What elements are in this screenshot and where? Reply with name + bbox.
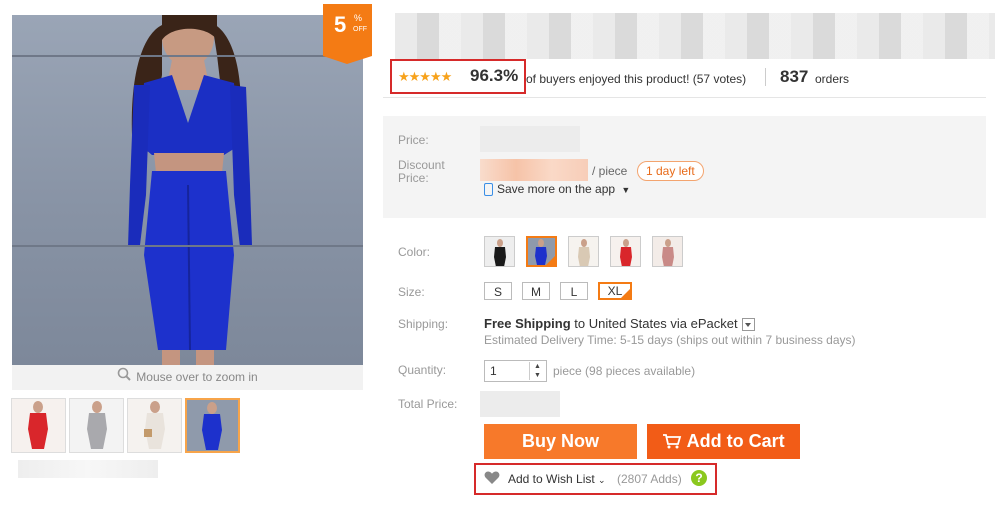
rating-buyers-text[interactable]: of buyers enjoyed this product! (57 vote…	[526, 72, 746, 86]
product-title-blurred	[395, 13, 995, 59]
price-label: Price:	[398, 133, 429, 147]
orders-count: 837	[780, 67, 809, 86]
shipping-method[interactable]: Free Shipping to United States via ePack…	[484, 316, 755, 332]
discount-price-value-blurred	[480, 159, 588, 181]
app-promo-text: Save more on the app	[497, 182, 616, 196]
shipping-destination: to United States via ePacket	[574, 316, 738, 331]
main-product-image[interactable]	[12, 15, 363, 365]
rating-percent: 96.3%	[470, 66, 519, 85]
timer-badge: 1 day left	[637, 161, 704, 181]
shipping-label: Shipping:	[398, 317, 449, 331]
thumbnail-white-dress[interactable]	[127, 398, 182, 453]
total-price-label: Total Price:	[398, 397, 458, 411]
size-option-xl[interactable]: XL	[598, 282, 632, 300]
add-to-cart-label: Add to Cart	[686, 431, 785, 451]
wishlist-count: (2807 Adds)	[617, 472, 682, 486]
size-option-m[interactable]: M	[522, 282, 550, 300]
divider	[765, 68, 766, 86]
free-shipping-text: Free Shipping	[484, 316, 571, 331]
selected-check-icon	[621, 289, 630, 298]
heart-icon[interactable]	[484, 471, 500, 490]
model-illustration	[128, 15, 252, 365]
help-icon[interactable]: ?	[691, 470, 707, 486]
thumbnail-red-dress[interactable]	[11, 398, 66, 453]
quantity-label: Quantity:	[398, 363, 447, 377]
background-line	[12, 245, 363, 247]
caret-down-icon: ▼	[621, 185, 631, 195]
cart-icon	[662, 431, 686, 451]
color-swatch-beige[interactable]	[568, 236, 599, 267]
wishlist-label: Add to Wish List	[508, 472, 595, 486]
divider	[383, 97, 986, 98]
selected-check-icon	[546, 256, 555, 265]
decrement-icon[interactable]: ▼	[530, 371, 545, 380]
color-swatch-black[interactable]	[484, 236, 515, 267]
add-to-cart-button[interactable]: Add to Cart	[647, 424, 800, 459]
quantity-stepper[interactable]: ▲ ▼	[529, 362, 545, 380]
chevron-down-icon: ⌄	[598, 475, 606, 485]
quantity-available: piece (98 pieces available)	[553, 364, 696, 378]
magnifier-icon	[117, 365, 132, 390]
shipping-dropdown-icon[interactable]	[741, 318, 755, 332]
orders-label: orders	[815, 72, 850, 86]
color-swatch-red[interactable]	[610, 236, 641, 267]
per-piece-label: / piece	[592, 164, 628, 178]
background-line	[12, 55, 363, 57]
size-option-l[interactable]: L	[560, 282, 588, 300]
phone-icon	[484, 183, 493, 197]
zoom-hint-bar: Mouse over to zoom in	[12, 365, 363, 390]
price-value-blurred	[480, 126, 580, 152]
discount-badge: 5 % OFF	[323, 4, 372, 64]
size-option-s[interactable]: S	[484, 282, 512, 300]
delivery-time: Estimated Delivery Time: 5-15 days (ship…	[484, 333, 856, 347]
color-label: Color:	[398, 245, 431, 259]
zoom-hint-text: Mouse over to zoom in	[136, 370, 258, 384]
rating-stars-icon: ★★★★★	[398, 69, 452, 84]
discount-percent-sign: %	[354, 13, 363, 23]
app-promo-link[interactable]: Save more on the app ▼	[484, 182, 631, 197]
total-price-blurred	[480, 391, 560, 417]
increment-icon[interactable]: ▲	[530, 362, 545, 371]
buy-now-button[interactable]: Buy Now	[484, 424, 637, 459]
thumbnail-grey-dress[interactable]	[69, 398, 124, 453]
discount-off-label: OFF	[353, 26, 367, 33]
discount-price-label-line2: Price:	[398, 171, 429, 185]
discount-number: 5	[334, 12, 347, 37]
blurred-text	[18, 460, 158, 478]
thumbnail-blue-dress[interactable]	[185, 398, 240, 453]
add-to-wishlist-button[interactable]: Add to Wish List ⌄	[508, 472, 606, 486]
size-label: Size:	[398, 285, 425, 299]
color-swatch-royal-blue[interactable]	[526, 236, 557, 267]
color-swatch-pink[interactable]	[652, 236, 683, 267]
discount-price-label-line1: Discount	[398, 158, 445, 172]
